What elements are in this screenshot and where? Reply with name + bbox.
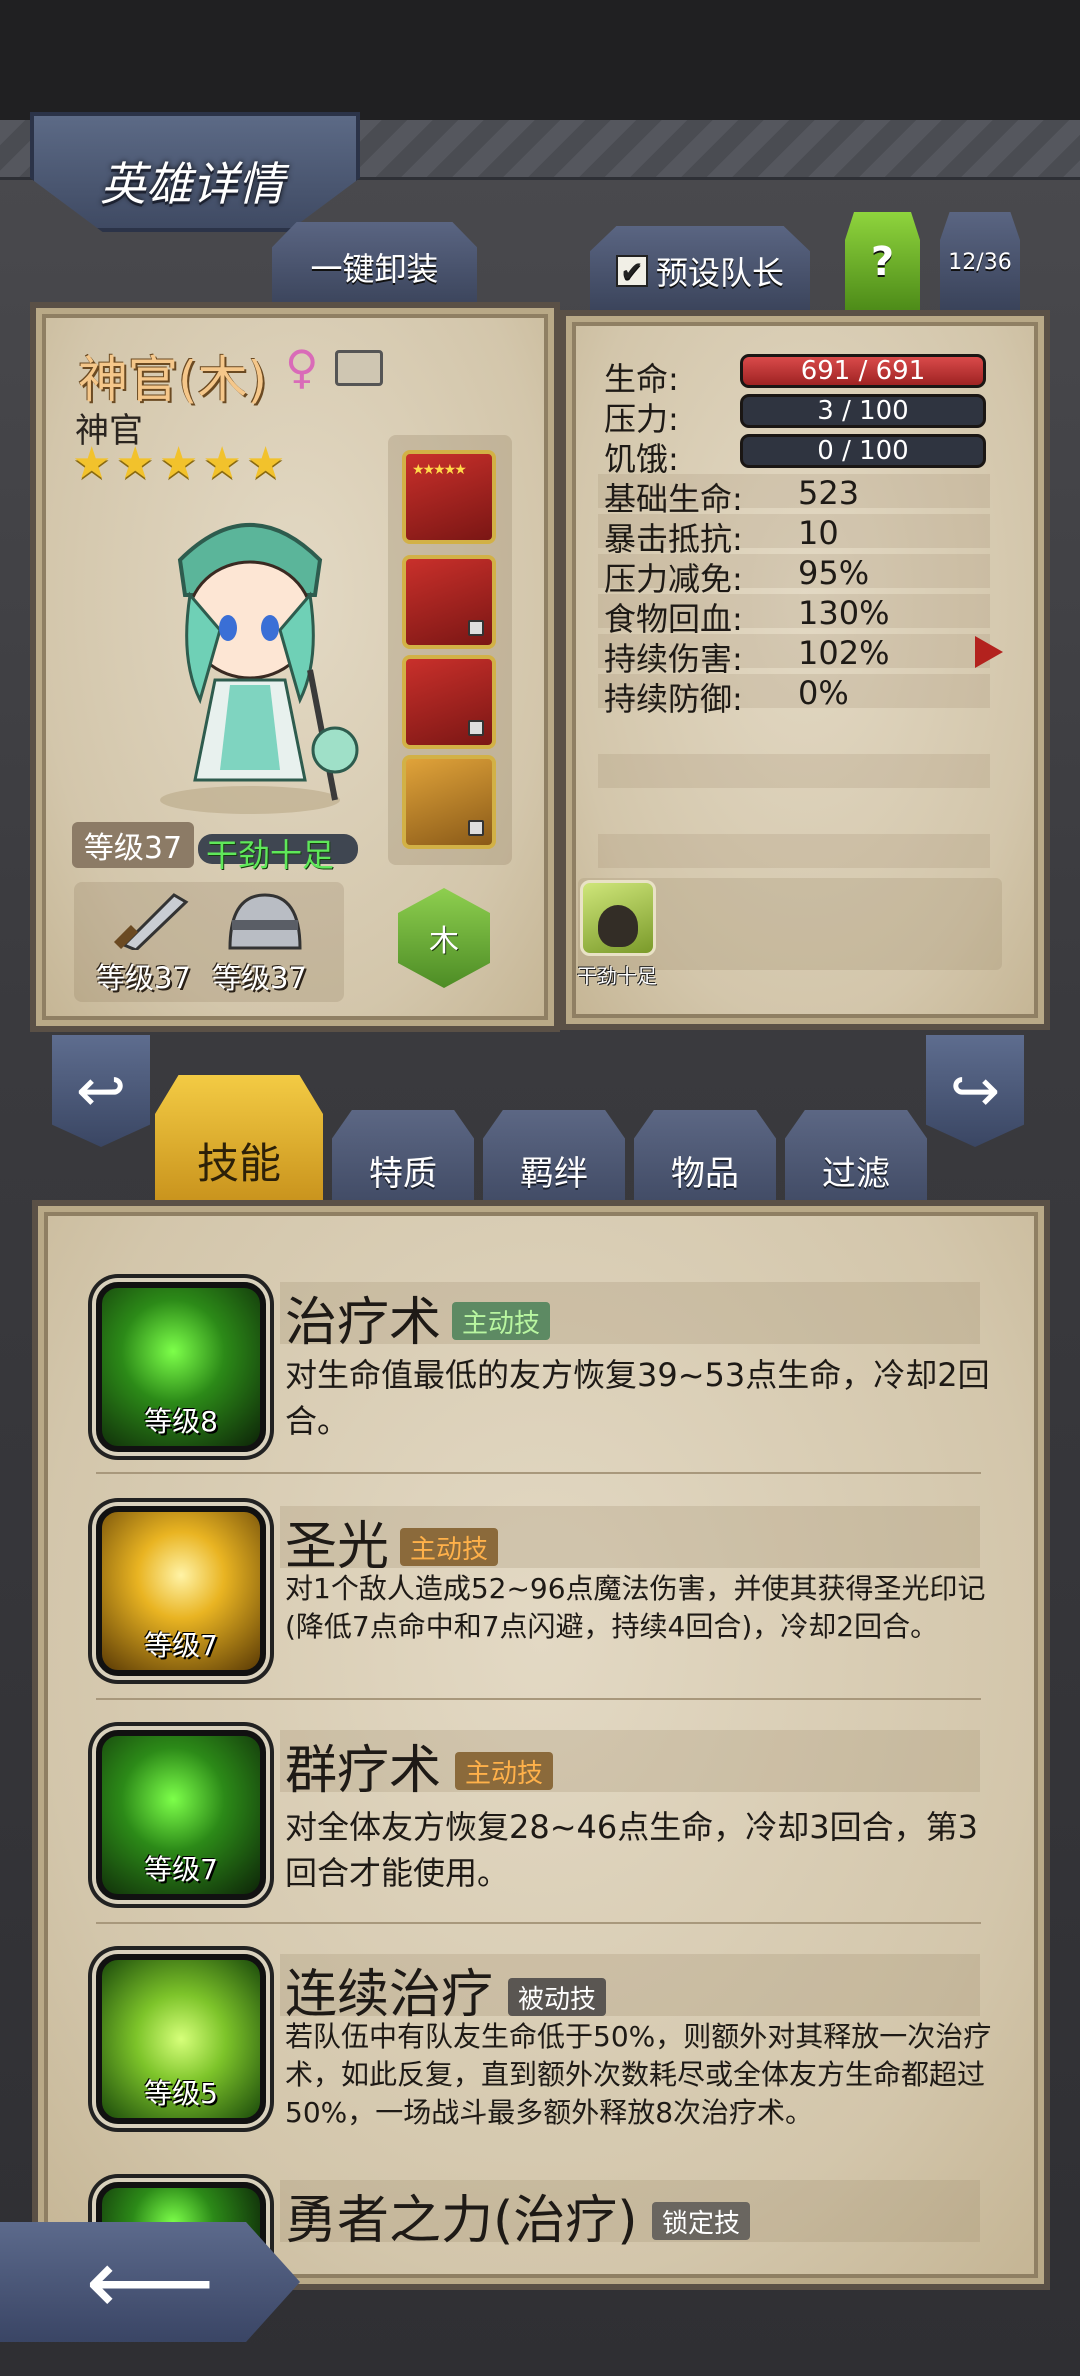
stat-value: 95% bbox=[798, 554, 870, 592]
status-bar-area bbox=[0, 0, 1080, 120]
hero-portrait[interactable] bbox=[120, 500, 380, 820]
tab-filter[interactable]: 过滤 bbox=[785, 1110, 927, 1205]
hero-level-badge: 等级37 bbox=[72, 822, 194, 868]
weapon-level: 等级37 bbox=[96, 961, 191, 995]
buff-label: 干劲十足 bbox=[577, 964, 657, 988]
stat-label: 持续防御: bbox=[604, 680, 743, 718]
tab-items[interactable]: 物品 bbox=[634, 1110, 776, 1205]
sword-icon[interactable] bbox=[94, 890, 204, 950]
buff-face-icon bbox=[598, 905, 638, 947]
skill-description: 对全体友方恢复28~46点生命，冷却3回合，第3回合才能使用。 bbox=[285, 1808, 978, 1892]
skill-name: 群疗术 bbox=[285, 1741, 442, 1801]
checkbox-icon[interactable]: ✔ bbox=[615, 255, 648, 288]
more-stats-arrow-icon[interactable] bbox=[975, 636, 1003, 668]
female-icon: ♀ bbox=[285, 340, 319, 394]
stat-row-bg bbox=[598, 754, 990, 788]
skill-tag: 锁定技 bbox=[652, 2202, 751, 2240]
preset-leader-label: 预设队长 bbox=[655, 254, 784, 292]
edit-name-icon[interactable] bbox=[335, 350, 383, 386]
star-icon: ★ bbox=[202, 438, 242, 489]
star-icon: ★ bbox=[72, 438, 112, 489]
heal-skill-icon[interactable]: 等级8 bbox=[96, 1282, 266, 1452]
continuous-heal-skill-icon[interactable]: 等级5 bbox=[96, 1954, 266, 2124]
unequip-all-button[interactable]: 一键卸装 bbox=[272, 222, 477, 312]
divider bbox=[96, 1698, 981, 1700]
hunger-bar: 0 / 100 bbox=[740, 434, 986, 468]
page-title: 英雄详情 bbox=[100, 157, 284, 211]
stat-value: 10 bbox=[798, 514, 839, 552]
lock-icon bbox=[468, 720, 484, 736]
next-hero-arrow-icon[interactable]: ↪ bbox=[926, 1035, 1024, 1147]
tab-traits[interactable]: 特质 bbox=[332, 1110, 474, 1205]
stat-value: 130% bbox=[798, 594, 890, 632]
divider bbox=[96, 1472, 981, 1474]
lock-icon bbox=[468, 620, 484, 636]
skill-tag: 主动技 bbox=[400, 1528, 499, 1566]
stress-bar: 3 / 100 bbox=[740, 394, 986, 428]
stat-row-bg bbox=[598, 834, 990, 868]
tab-skills[interactable]: 技能 bbox=[155, 1075, 323, 1205]
preset-leader-button[interactable]: ✔ 预设队长 bbox=[590, 226, 810, 316]
back-arrow-button[interactable]: ⟵ bbox=[0, 2222, 300, 2342]
prev-hero-arrow-icon[interactable]: ↩ bbox=[52, 1035, 150, 1147]
lock-icon bbox=[468, 820, 484, 836]
skill-name: 治疗术 bbox=[285, 1293, 442, 1353]
help-button[interactable]: ? bbox=[845, 212, 920, 312]
skill-level: 等级7 bbox=[144, 1629, 218, 1662]
skill-name: 勇者之力(治疗) bbox=[285, 2191, 638, 2251]
star-icon: ★ bbox=[158, 438, 199, 489]
skill-tag: 主动技 bbox=[455, 1752, 554, 1790]
hero-count: 12/36 bbox=[940, 212, 1020, 312]
skill-description: 若队伍中有队友生命低于50%，则额外对其释放一次治疗术，如此反复，直到额外次数耗… bbox=[285, 2020, 992, 2129]
stat-value: 102% bbox=[798, 634, 890, 672]
helmet-icon[interactable] bbox=[210, 890, 320, 950]
skill-level: 等级7 bbox=[144, 1853, 218, 1886]
hp-bar: 691 / 691 bbox=[740, 354, 986, 388]
divider bbox=[96, 1922, 981, 1924]
skill-name: 连续治疗 bbox=[285, 1965, 494, 2025]
skill-level: 等级8 bbox=[144, 1405, 218, 1438]
group-heal-skill-icon[interactable]: 等级7 bbox=[96, 1730, 266, 1900]
holy-light-skill-icon[interactable]: 等级7 bbox=[96, 1506, 266, 1676]
tab-bonds[interactable]: 羁绊 bbox=[483, 1110, 625, 1205]
armor-level: 等级37 bbox=[212, 961, 307, 995]
skill-description: 对生命值最低的友方恢复39~53点生命，冷却2回合。 bbox=[285, 1356, 990, 1440]
star-icon: ★ bbox=[245, 438, 286, 489]
stat-value: 0% bbox=[798, 674, 849, 712]
skill-name: 圣光 bbox=[285, 1517, 390, 1577]
stat-value: 523 bbox=[798, 474, 860, 512]
star-icon: ★ bbox=[115, 438, 155, 489]
skill-tag: 主动技 bbox=[452, 1302, 551, 1340]
skill-level: 等级5 bbox=[144, 2077, 218, 2110]
slot-star-rating: ★★★★★ bbox=[412, 462, 467, 478]
skill-description: 对1个敌人造成52~96点魔法伤害，并使其获得圣光印记(降低7点命中和7点闪避，… bbox=[285, 1572, 986, 1643]
hero-status: 干劲十足 bbox=[206, 836, 335, 874]
star-rating: ★ ★ ★ ★ ★ bbox=[72, 442, 285, 486]
skill-tag: 被动技 bbox=[508, 1978, 607, 2016]
hero-name: 神官(木) bbox=[78, 351, 268, 409]
